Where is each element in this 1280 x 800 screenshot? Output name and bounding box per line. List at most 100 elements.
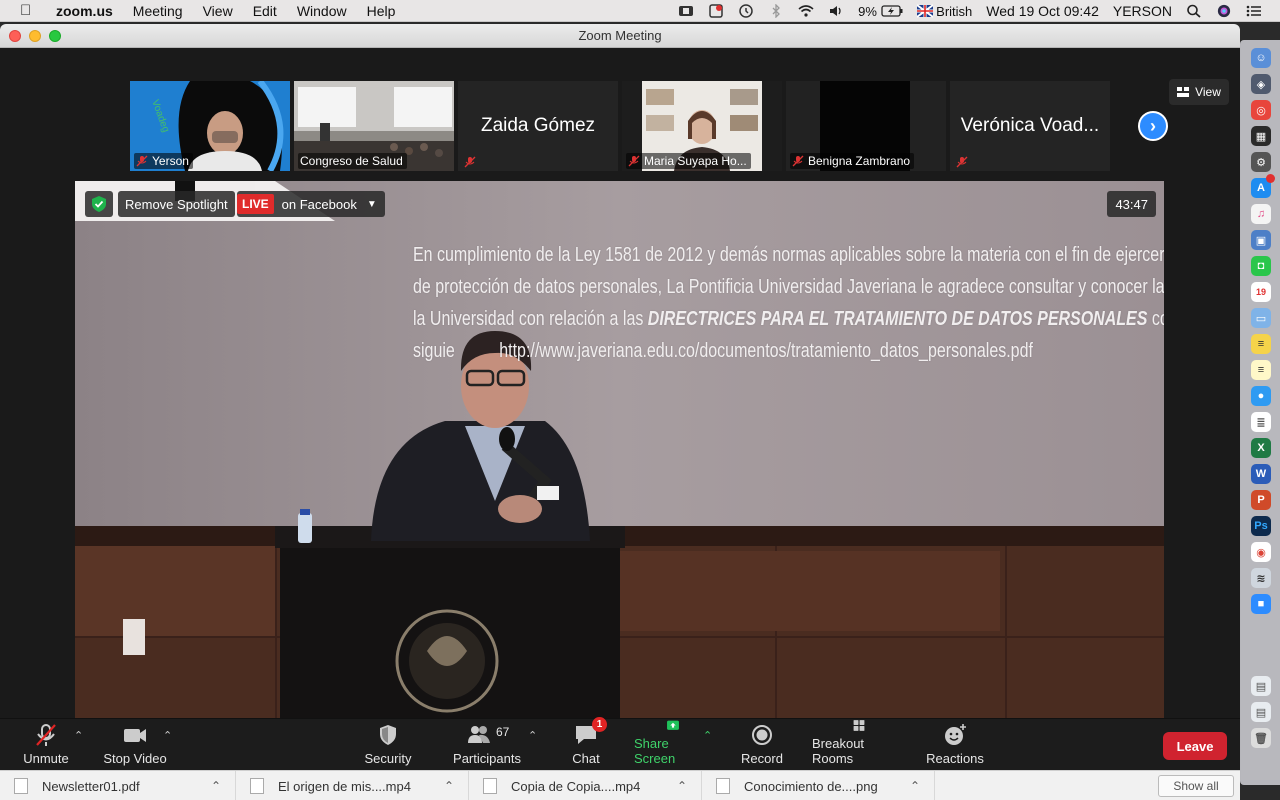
dock-folder-icon[interactable]: ▤ (1251, 676, 1271, 696)
minimize-window-button[interactable] (29, 30, 41, 42)
dock-facetime-icon[interactable]: ◘ (1251, 256, 1271, 276)
video-options-caret[interactable]: ⌃ (163, 729, 172, 742)
dock-powerpoint-icon[interactable]: P (1251, 490, 1271, 510)
unmute-label: Unmute (23, 751, 69, 766)
dock-folder-icon[interactable]: ▤ (1251, 702, 1271, 722)
dock: ☺ ◈ ◎ ▦ ⚙ A ♫ ▣ ◘ 19 ▭ ≡ ≡ ● ≣ X W P Ps … (1240, 40, 1280, 785)
participant-thumbnail-congreso[interactable]: Congreso de Salud (294, 81, 454, 171)
dock-app-icon[interactable]: ▭ (1251, 308, 1271, 328)
participant-label: Benigna Zambrano (790, 153, 915, 169)
spotlight-search-icon[interactable] (1186, 4, 1202, 18)
dock-app-icon[interactable]: ◎ (1251, 100, 1271, 120)
chevron-up-icon[interactable]: ⌃ (677, 779, 687, 793)
live-streaming-button[interactable]: LIVE on Facebook ▼ (237, 191, 385, 217)
input-source[interactable]: British (916, 4, 972, 19)
battery-status[interactable]: 9% (858, 3, 903, 19)
leave-button[interactable]: Leave (1163, 732, 1227, 760)
battery-percent: 9% (858, 3, 877, 19)
volume-icon[interactable] (828, 4, 844, 18)
participant-thumbnail-yerson[interactable]: Voadeg Yerson (130, 81, 290, 171)
show-all-downloads-button[interactable]: Show all (1158, 775, 1234, 797)
dock-chrome-icon[interactable]: ◉ (1251, 542, 1271, 562)
video-camera-icon (124, 729, 146, 742)
menu-help[interactable]: Help (367, 3, 396, 19)
chevron-up-icon[interactable]: ⌃ (910, 779, 920, 793)
grid-view-icon (1177, 87, 1190, 97)
share-screen-icon (667, 720, 679, 730)
share-screen-button[interactable]: Share Screen (634, 719, 712, 770)
menu-app-name[interactable]: zoom.us (56, 3, 113, 19)
dock-notes-icon[interactable]: ≡ (1251, 360, 1271, 380)
siri-icon[interactable] (1216, 4, 1232, 18)
view-button[interactable]: View (1169, 79, 1229, 105)
dock-launchpad-icon[interactable]: ◈ (1251, 74, 1271, 94)
menu-window[interactable]: Window (297, 3, 347, 19)
camera-status-icon[interactable] (678, 4, 694, 18)
zoom-window-button[interactable] (49, 30, 61, 42)
menubar-user[interactable]: YERSON (1113, 3, 1172, 19)
record-button[interactable]: Record (740, 719, 784, 770)
slide-line: siguie http://www.javeriana.edu.co/docum… (413, 340, 1033, 362)
chevron-up-icon[interactable]: ⌃ (211, 779, 221, 793)
reactions-button[interactable]: Reactions (926, 719, 984, 770)
wifi-icon[interactable] (798, 4, 814, 18)
share-options-caret[interactable]: ⌃ (703, 729, 712, 742)
breakout-rooms-icon (853, 720, 865, 731)
menu-edit[interactable]: Edit (253, 3, 277, 19)
breakout-rooms-button[interactable]: Breakout Rooms (812, 719, 906, 770)
dock-messages-icon[interactable]: ● (1251, 386, 1271, 406)
dock-app-icon[interactable]: ▦ (1251, 126, 1271, 146)
share-screen-label: Share Screen (634, 736, 676, 766)
dock-music-icon[interactable]: ♫ (1251, 204, 1271, 224)
stream-timer: 43:47 (1107, 191, 1156, 217)
chat-icon-wrap: 1 (573, 717, 607, 747)
bluetooth-icon[interactable] (768, 4, 784, 18)
participant-thumbnail-zaida[interactable]: Zaida Gómez (458, 81, 618, 171)
dock-word-icon[interactable]: W (1251, 464, 1271, 484)
dock-excel-icon[interactable]: X (1251, 438, 1271, 458)
dock-stickies-icon[interactable]: ≡ (1251, 334, 1271, 354)
download-item[interactable]: Conocimiento de....png ⌃ (702, 771, 935, 800)
dock-zoom-icon[interactable]: ■ (1251, 594, 1271, 614)
chevron-up-icon[interactable]: ⌃ (444, 779, 454, 793)
remove-spotlight-button[interactable]: Remove Spotlight (118, 191, 235, 217)
participant-name: Benigna Zambrano (808, 154, 911, 168)
participants-options-caret[interactable]: ⌃ (528, 729, 537, 742)
participant-thumbnail-veronica[interactable]: Verónica Voad... (950, 81, 1110, 171)
time-machine-icon[interactable] (738, 4, 754, 18)
audio-options-caret[interactable]: ⌃ (74, 729, 83, 742)
security-button[interactable]: Security (362, 719, 414, 770)
apple-icon[interactable]:  (20, 2, 38, 19)
dock-app-icon[interactable]: ≋ (1251, 568, 1271, 588)
dock-textedit-icon[interactable]: ≣ (1251, 412, 1271, 432)
participant-thumbnail-maria[interactable]: Maria Suyapa Ho... (622, 81, 782, 171)
participant-name: Maria Suyapa Ho... (644, 154, 747, 168)
dock-finder-icon[interactable]: ☺ (1251, 48, 1271, 68)
download-item[interactable]: El origen de mis....mp4 ⌃ (236, 771, 469, 800)
download-item[interactable]: Newsletter01.pdf ⌃ (0, 771, 236, 800)
menu-view[interactable]: View (203, 3, 233, 19)
dock-preview-icon[interactable]: ▣ (1251, 230, 1271, 250)
dock-system-preferences-icon[interactable]: ⚙ (1251, 152, 1271, 172)
chat-button[interactable]: 1 Chat (570, 717, 607, 770)
close-window-button[interactable] (9, 30, 21, 42)
spotlight-video[interactable]: En cumplimiento de la Ley 1581 de 2012 y… (75, 181, 1164, 741)
participants-button[interactable]: 67 Participants (452, 719, 522, 770)
menubar-clock[interactable]: Wed 19 Oct 09:42 (986, 3, 1099, 19)
dock-app-store-icon[interactable]: A (1251, 174, 1275, 198)
encryption-shield-button[interactable] (85, 191, 113, 217)
stop-video-button[interactable]: Stop Video (102, 719, 168, 770)
participant-thumbnail-benigna[interactable]: Benigna Zambrano (786, 81, 946, 171)
menu-meeting[interactable]: Meeting (133, 3, 183, 19)
dock-trash-icon[interactable]: 🗑 (1251, 728, 1271, 748)
meeting-stage: Voadeg Yerson Congreso de Salud Zaida Gó… (0, 48, 1240, 741)
participants-icon-wrap: 67 (468, 723, 509, 747)
breakout-rooms-label: Breakout Rooms (812, 736, 865, 766)
dock-photoshop-icon[interactable]: Ps (1251, 516, 1271, 536)
dock-calendar-icon[interactable]: 19 (1251, 282, 1271, 302)
notification-center-icon[interactable] (1246, 4, 1262, 18)
download-item[interactable]: Copia de Copia....mp4 ⌃ (469, 771, 702, 800)
notification-icon[interactable] (708, 4, 724, 18)
unmute-button[interactable]: Unmute (22, 719, 70, 770)
next-page-button[interactable]: › (1138, 111, 1168, 141)
